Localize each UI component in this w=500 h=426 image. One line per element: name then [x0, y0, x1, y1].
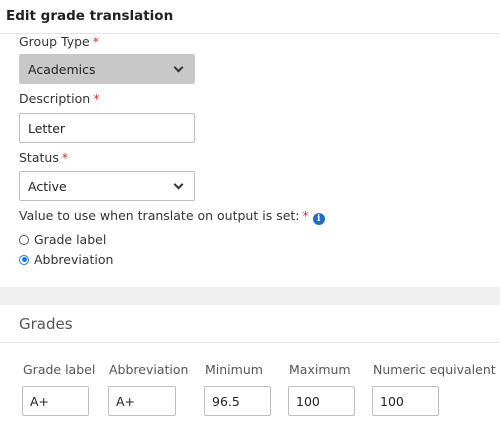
- chevron-down-icon: [173, 179, 184, 189]
- column-header-numeric-equivalent: Numeric equivalent: [373, 362, 496, 377]
- column-header-grade-label: Grade label: [23, 362, 96, 377]
- abbreviation-input[interactable]: A+: [108, 386, 176, 416]
- description-value: Letter: [28, 120, 66, 136]
- radio-grade-label[interactable]: Grade label: [19, 232, 106, 247]
- status-select[interactable]: Active: [19, 171, 195, 201]
- required-marker: *: [92, 34, 99, 49]
- group-type-select[interactable]: Academics: [19, 54, 195, 84]
- minimum-input[interactable]: 96.5: [204, 386, 271, 416]
- grades-panel-header: Grades: [0, 305, 500, 343]
- required-marker: *: [61, 150, 69, 165]
- maximum-input[interactable]: 100: [288, 386, 355, 416]
- translate-label-text: Value to use when translate on output is…: [19, 208, 300, 223]
- column-header-maximum: Maximum: [289, 362, 351, 377]
- grade-translation-form: Group Type * Academics Description * Lette…: [0, 34, 500, 287]
- page-title: Edit grade translation: [6, 8, 174, 24]
- group-type-label-text: Group Type: [19, 34, 90, 49]
- grades-panel: Grades Grade label Abbreviation Minimum …: [0, 305, 500, 426]
- header-bar: Edit grade translation: [0, 0, 500, 34]
- required-marker: *: [302, 208, 309, 223]
- chevron-down-icon: [173, 62, 184, 72]
- radio-unchecked-icon[interactable]: [19, 234, 29, 245]
- status-label-text: Status: [19, 150, 59, 165]
- description-label: Description *: [19, 91, 99, 106]
- description-input[interactable]: Letter: [19, 113, 195, 143]
- group-type-label: Group Type *: [19, 34, 99, 49]
- status-label: Status *: [19, 150, 68, 165]
- grade-label-input[interactable]: A+: [22, 386, 89, 416]
- status-value: Active: [28, 178, 67, 194]
- radio-grade-label-text: Grade label: [34, 232, 107, 247]
- description-label-text: Description: [19, 91, 91, 106]
- radio-abbreviation[interactable]: Abbreviation: [19, 252, 113, 267]
- grades-title: Grades: [19, 315, 73, 333]
- info-icon[interactable]: i: [312, 213, 325, 225]
- column-header-minimum: Minimum: [205, 362, 263, 377]
- translate-label: Value to use when translate on output is…: [19, 208, 325, 225]
- group-type-value: Academics: [28, 61, 96, 77]
- numeric-equivalent-input[interactable]: 100: [372, 386, 439, 416]
- column-header-abbreviation: Abbreviation: [109, 362, 189, 377]
- required-marker: *: [93, 91, 100, 106]
- radio-checked-icon[interactable]: [19, 254, 29, 265]
- radio-abbreviation-text: Abbreviation: [34, 252, 114, 267]
